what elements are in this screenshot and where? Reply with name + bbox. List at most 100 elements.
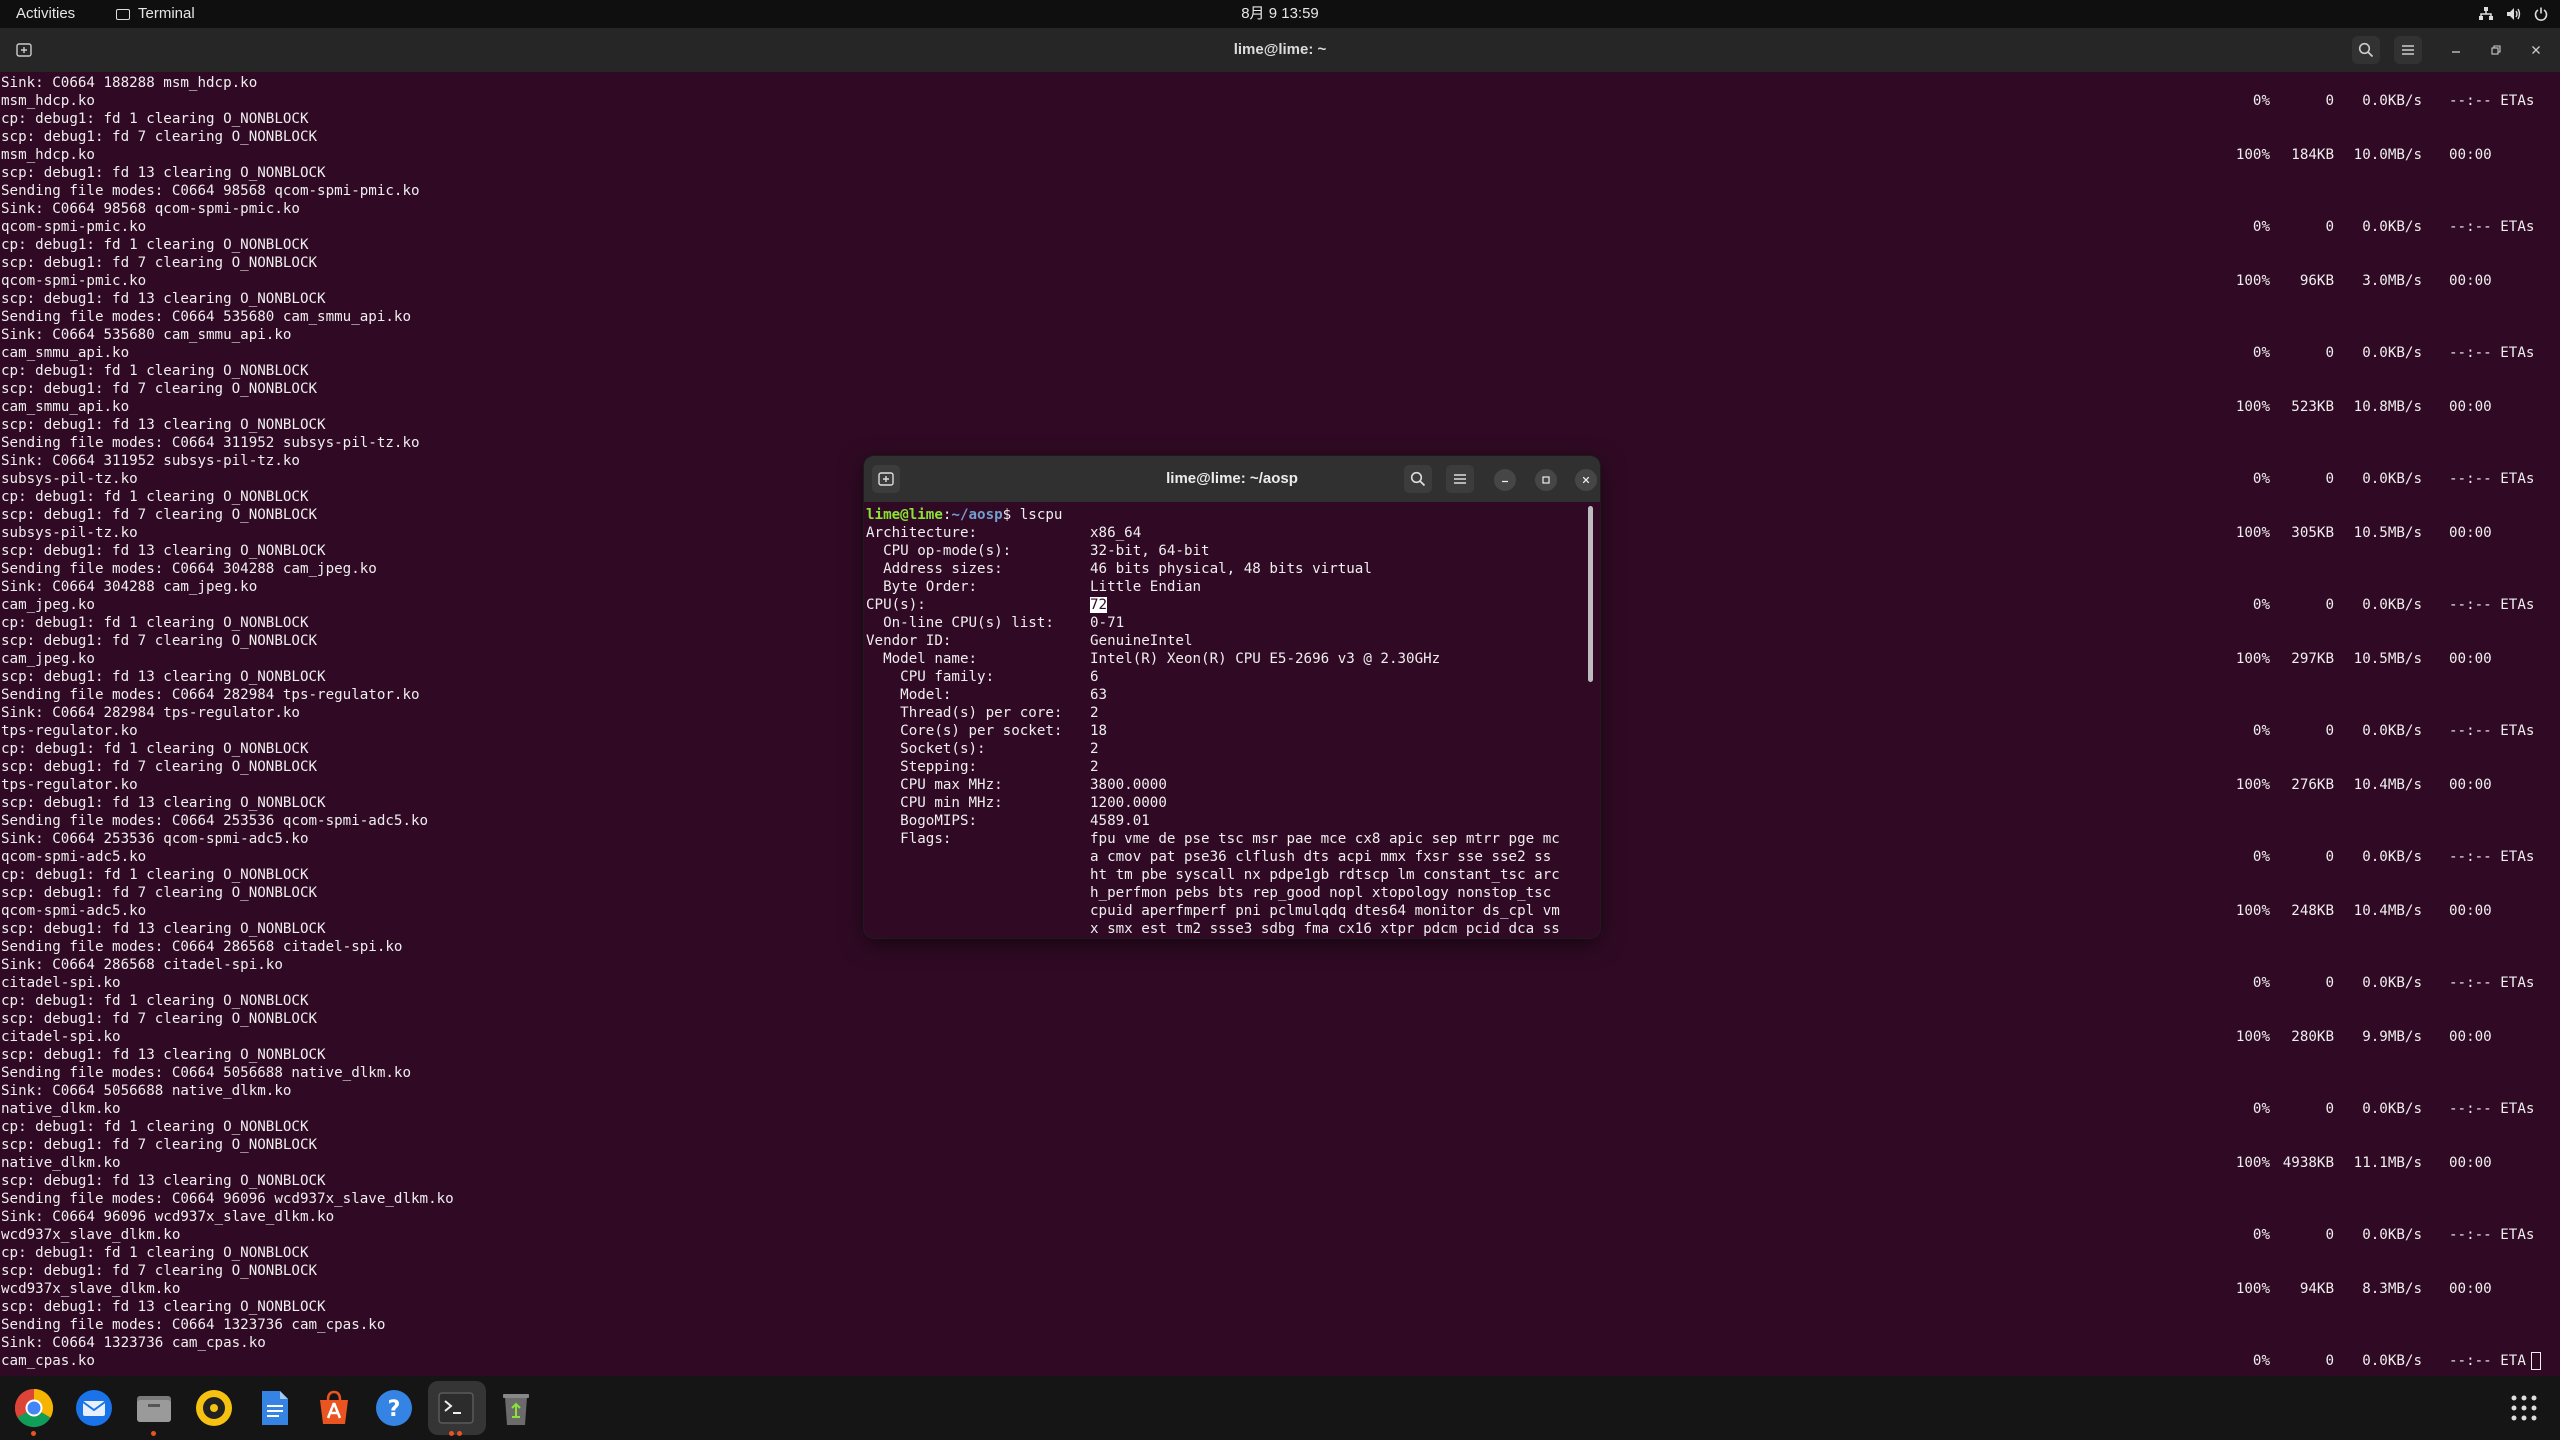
progress-eta: 00:00 [2449,525,2492,541]
lscpu-value: fpu vme de pse tsc msr pae mce cx8 apic … [1090,831,1560,847]
progress-eta: --:-- ETAs [2449,975,2535,991]
progress-pct: 0% [2252,219,2270,235]
lscpu-key: CPU min MHz: [866,795,1003,811]
thunderbird-icon[interactable] [72,1386,116,1430]
lscpu-value: x86_64 [1090,525,1142,541]
progress-pct: 100% [2235,651,2270,667]
command-prompt-line: lime@lime:~/aosp$ lscpu [866,506,1062,524]
progress-rate: 0.0KB/s [2362,1353,2422,1369]
hamburger-menu-button[interactable] [1446,465,1474,493]
system-status-area[interactable] [2478,0,2548,28]
log-line: scp: debug1: fd 7 clearing O_NONBLOCK [1,1011,318,1027]
log-line: scp: debug1: fd 7 clearing O_NONBLOCK [1,255,318,271]
minimize-icon [2452,51,2460,53]
log-line: cp: debug1: fd 1 clearing O_NONBLOCK [1,867,309,883]
progress-rate: 0.0KB/s [2362,471,2422,487]
show-apps-icon[interactable] [2502,1386,2546,1430]
rhythmbox-icon[interactable] [192,1386,236,1430]
progress-size: 184KB [2291,147,2334,163]
progress-rate: 8.3MB/s [2362,1281,2422,1297]
trash-icon[interactable] [494,1386,538,1430]
progress-rate: 0.0KB/s [2362,1101,2422,1117]
progress-rate: 0.0KB/s [2362,345,2422,361]
log-line: Sending file modes: C0664 282984 tps-reg… [1,687,420,703]
lscpu-terminal-output[interactable]: lime@lime:~/aosp$ lscpu Architecture: x86… [864,502,1584,938]
progress-rate: 10.4MB/s [2353,777,2422,793]
maximize-button[interactable] [2482,36,2510,64]
progress-rate: 10.4MB/s [2353,903,2422,919]
transfer-progress-row: 100% 94KB 8.3MB/s 00:00 [0,1280,2560,1298]
lscpu-value: 2 [1090,705,1099,721]
lscpu-key: Model name: [866,651,978,667]
lscpu-key: Flags: [866,831,952,847]
transfer-progress-row: 0% 0 0.0KB/s --:-- ETAs [0,974,2560,992]
log-line: Sink: C0664 311952 subsys-pil-tz.ko [1,453,300,469]
transfer-progress-row: 100% 96KB 3.0MB/s 00:00 [0,272,2560,290]
progress-eta: 00:00 [2449,1155,2492,1171]
log-line: cp: debug1: fd 1 clearing O_NONBLOCK [1,363,309,379]
running-indicator [151,1431,156,1436]
power-icon[interactable] [2534,7,2548,21]
progress-size: 94KB [2299,1281,2334,1297]
log-line: scp: debug1: fd 7 clearing O_NONBLOCK [1,633,318,649]
progress-rate: 0.0KB/s [2362,849,2422,865]
writer-icon[interactable] [252,1386,296,1430]
network-icon[interactable] [2478,7,2494,21]
progress-eta: 00:00 [2449,777,2492,793]
progress-size: 0 [2325,849,2334,865]
app-center-icon[interactable] [312,1386,356,1430]
search-button[interactable] [2352,36,2380,64]
new-tab-button[interactable] [872,465,900,493]
minimize-button[interactable] [1494,469,1516,491]
maximize-icon [1542,476,1550,484]
lscpu-value: 2 [1090,759,1099,775]
close-icon [1582,476,1590,484]
progress-eta: 00:00 [2449,273,2492,289]
log-line: scp: debug1: fd 7 clearing O_NONBLOCK [1,1263,318,1279]
log-line: scp: debug1: fd 7 clearing O_NONBLOCK [1,759,318,775]
lscpu-value: 18 [1090,723,1108,739]
prompt-command: lscpu [1019,507,1063,523]
help-icon[interactable]: ? [372,1386,416,1430]
lscpu-value: 6 [1090,669,1099,685]
progress-size: 0 [2325,1227,2334,1243]
clock[interactable]: 8月 9 13:59 [0,0,2560,28]
progress-pct: 100% [2235,525,2270,541]
close-button[interactable] [2522,36,2550,64]
search-button[interactable] [1404,465,1432,493]
volume-icon[interactable] [2506,7,2522,21]
files-icon[interactable] [132,1386,176,1436]
log-line: Sending file modes: C0664 311952 subsys-… [1,435,420,451]
log-line: Sink: C0664 286568 citadel-spi.ko [1,957,283,973]
progress-eta: --:-- ETAs [2449,1227,2535,1243]
prompt-user: lime@lime [866,507,943,523]
transfer-progress-row: 0% 0 0.0KB/s --:-- ETAs [0,92,2560,110]
main-terminal-headerbar: lime@lime: ~ [0,28,2560,72]
progress-pct: 0% [2252,93,2270,109]
new-tab-icon [878,472,894,486]
chrome-icon[interactable] [12,1386,56,1436]
progress-rate: 9.9MB/s [2362,1029,2422,1045]
minimize-button[interactable] [2442,36,2470,64]
selected-text[interactable]: 72 [1090,597,1108,613]
progress-eta: 00:00 [2449,903,2492,919]
terminal-icon[interactable] [434,1386,478,1436]
progress-size: 96KB [2299,273,2334,289]
new-tab-button[interactable] [10,36,38,64]
maximize-button[interactable] [1535,469,1557,491]
transfer-progress-row: 0% 0 0.0KB/s --:-- ETA [0,1352,2560,1370]
lscpu-terminal-window[interactable]: lime@lime: ~/aosp lime@lime:~/aosp$ lscp… [864,456,1600,938]
progress-pct: 100% [2235,777,2270,793]
scrollbar-thumb[interactable] [1588,506,1593,682]
lscpu-value: 72 [1090,596,1108,614]
lscpu-key: Architecture: [866,525,978,541]
log-line: Sink: C0664 253536 qcom-spmi-adc5.ko [1,831,309,847]
log-line: Sink: C0664 535680 cam_smmu_api.ko [1,327,292,343]
log-line: scp: debug1: fd 13 clearing O_NONBLOCK [1,795,326,811]
search-icon [2358,42,2374,58]
hamburger-menu-button[interactable] [2394,36,2422,64]
lscpu-value: 0-71 [1090,615,1125,631]
close-button[interactable] [1575,469,1597,491]
log-line: Sink: C0664 98568 qcom-spmi-pmic.ko [1,201,300,217]
log-line: scp: debug1: fd 13 clearing O_NONBLOCK [1,165,326,181]
